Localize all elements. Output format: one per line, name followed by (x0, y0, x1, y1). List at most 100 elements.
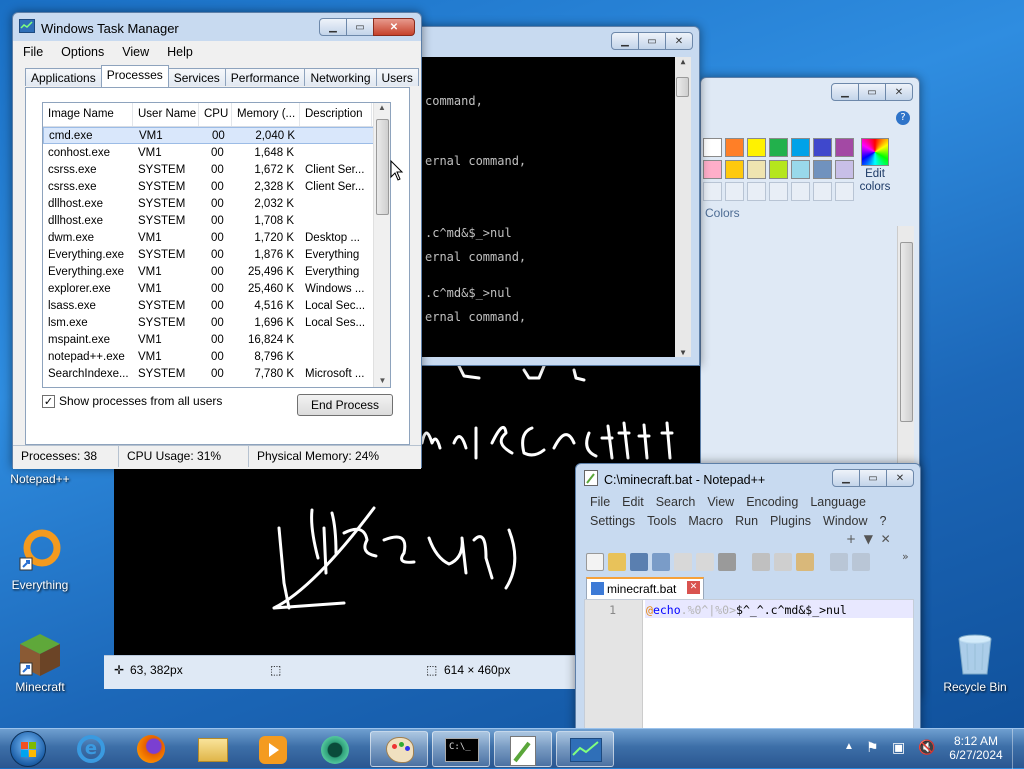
table-row[interactable]: csrss.exe SYSTEM 00 1,672 K Client Ser... (43, 161, 390, 178)
table-scrollbar[interactable]: ▲ ▼ (373, 103, 390, 387)
table-row[interactable]: dwm.exe VM1 00 1,720 K Desktop ... (43, 229, 390, 246)
column-description[interactable]: Description (300, 103, 372, 126)
clock[interactable]: 8:12 AM 6/27/2024 (944, 729, 1008, 769)
maximize-button[interactable]: ▭ (346, 18, 374, 36)
custom-color-swatch[interactable] (813, 182, 832, 201)
close-tab-icon[interactable]: ✕ (687, 581, 700, 594)
taskbar-cmd[interactable]: C:\_ (432, 731, 490, 767)
close-all-icon[interactable] (696, 553, 714, 571)
close-button[interactable]: ✕ (885, 83, 913, 101)
menu-tools[interactable]: Tools (641, 512, 682, 530)
color-swatch[interactable] (835, 138, 854, 157)
color-swatch[interactable] (747, 138, 766, 157)
column-image-name[interactable]: Image Name (43, 103, 133, 126)
save-all-icon[interactable] (652, 553, 670, 571)
process-table[interactable]: Image Name User Name CPU Memory (... Des… (42, 102, 391, 388)
console-output[interactable]: command, ernal command, .c^md&$_>nul ern… (421, 57, 691, 357)
close-file-icon[interactable] (674, 553, 692, 571)
table-row[interactable]: lsass.exe SYSTEM 00 4,516 K Local Sec... (43, 297, 390, 314)
taskbar-media-player[interactable] (244, 731, 302, 767)
color-swatch[interactable] (703, 138, 722, 157)
color-swatch[interactable] (791, 138, 810, 157)
redo-icon[interactable] (852, 553, 870, 571)
color-swatch[interactable] (791, 160, 810, 179)
color-swatch[interactable] (769, 138, 788, 157)
desktop-icon-everything[interactable]: Everything (0, 528, 80, 592)
color-swatch[interactable] (835, 160, 854, 179)
taskbar-firefox[interactable] (122, 731, 180, 767)
minimize-button[interactable]: ▁ (319, 18, 347, 36)
desktop-icon-minecraft[interactable]: Minecraft (0, 630, 80, 694)
custom-color-swatch[interactable] (769, 182, 788, 201)
close-button[interactable]: ✕ (665, 32, 693, 50)
column-memory[interactable]: Memory (... (232, 103, 300, 126)
table-row[interactable]: lsm.exe SYSTEM 00 1,696 K Local Ses... (43, 314, 390, 331)
menu-run[interactable]: Run (729, 512, 764, 530)
cut-icon[interactable] (752, 553, 770, 571)
color-swatch[interactable] (813, 138, 832, 157)
minimize-button[interactable]: ▁ (831, 83, 859, 101)
scroll-down-icon[interactable]: ▼ (675, 348, 691, 357)
tab-networking[interactable]: Networking (304, 68, 377, 86)
help-icon[interactable]: ? (896, 111, 910, 125)
table-row[interactable]: Everything.exe SYSTEM 00 1,876 K Everything (43, 246, 390, 263)
taskbar-explorer[interactable] (184, 731, 242, 767)
taskbar-app[interactable] (306, 731, 364, 767)
menu-window[interactable]: Window (817, 512, 873, 530)
column-user-name[interactable]: User Name (133, 103, 199, 126)
menu-view[interactable]: View (701, 493, 740, 511)
console-scrollbar[interactable]: ▲ ▼ (675, 57, 691, 357)
taskbar-notepadpp[interactable] (494, 731, 552, 767)
desktop-icon-recycle-bin[interactable]: Recycle Bin (935, 630, 1015, 694)
editor[interactable]: 1 @echo.%0^|%0>$^_^.c^md&$_>nul (584, 599, 914, 730)
custom-color-swatch[interactable] (703, 182, 722, 201)
column-cpu[interactable]: CPU (199, 103, 232, 126)
table-row[interactable]: cmd.exe VM1 00 2,040 K (43, 127, 390, 144)
tab-services[interactable]: Services (167, 68, 226, 86)
paste-icon[interactable] (796, 553, 814, 571)
start-button[interactable] (6, 729, 48, 769)
table-row[interactable]: SearchIndexe... SYSTEM 00 7,780 K Microsoft … (43, 365, 390, 382)
menu-options[interactable]: Options (51, 43, 112, 61)
table-row[interactable]: csrss.exe SYSTEM 00 2,328 K Client Ser... (43, 178, 390, 195)
show-all-processes[interactable]: ✓ Show processes from all users (42, 394, 222, 408)
tab-processes[interactable]: Processes (100, 65, 169, 87)
add-icon[interactable]: + (846, 532, 856, 546)
end-process-button[interactable]: End Process (297, 394, 393, 416)
tab-applications[interactable]: Applications (25, 68, 102, 86)
new-file-icon[interactable] (586, 553, 604, 571)
table-row[interactable]: dllhost.exe SYSTEM 00 2,032 K (43, 195, 390, 212)
menu-plugins[interactable]: Plugins (764, 512, 817, 530)
taskbar-task-manager[interactable] (556, 731, 614, 767)
scroll-up-icon[interactable]: ▲ (675, 57, 691, 66)
custom-color-swatch[interactable] (791, 182, 810, 201)
save-icon[interactable] (630, 553, 648, 571)
copy-icon[interactable] (774, 553, 792, 571)
custom-color-swatch[interactable] (747, 182, 766, 201)
custom-color-swatch[interactable] (835, 182, 854, 201)
edit-colors-button[interactable]: Edit colors (853, 136, 897, 202)
taskbar-paint[interactable] (370, 731, 428, 767)
color-swatch[interactable] (725, 138, 744, 157)
maximize-button[interactable]: ▭ (859, 469, 887, 487)
menu-help[interactable]: ? (874, 512, 893, 530)
tab-performance[interactable]: Performance (224, 68, 306, 86)
scroll-up-icon[interactable]: ▲ (374, 103, 390, 117)
color-swatch[interactable] (703, 160, 722, 179)
open-file-icon[interactable] (608, 553, 626, 571)
maximize-button[interactable]: ▭ (858, 83, 886, 101)
table-row[interactable]: conhost.exe VM1 00 1,648 K (43, 144, 390, 161)
show-desktop-button[interactable] (1012, 729, 1024, 769)
close-button[interactable]: ✕ (886, 469, 914, 487)
taskbar-ie[interactable]: e (62, 731, 120, 767)
print-icon[interactable] (718, 553, 736, 571)
toolbar-overflow-icon[interactable]: » (902, 550, 909, 563)
desktop-icon-notepadpp[interactable]: Notepad++ (0, 472, 80, 486)
menu-file[interactable]: File (584, 493, 616, 511)
show-all-checkbox[interactable]: ✓ (42, 394, 55, 408)
close-doc-icon[interactable]: ✕ (881, 532, 891, 546)
menu-file[interactable]: File (13, 43, 51, 61)
network-icon[interactable]: ▣ (892, 739, 905, 756)
color-swatch[interactable] (769, 160, 788, 179)
minimize-button[interactable]: ▁ (611, 32, 639, 50)
